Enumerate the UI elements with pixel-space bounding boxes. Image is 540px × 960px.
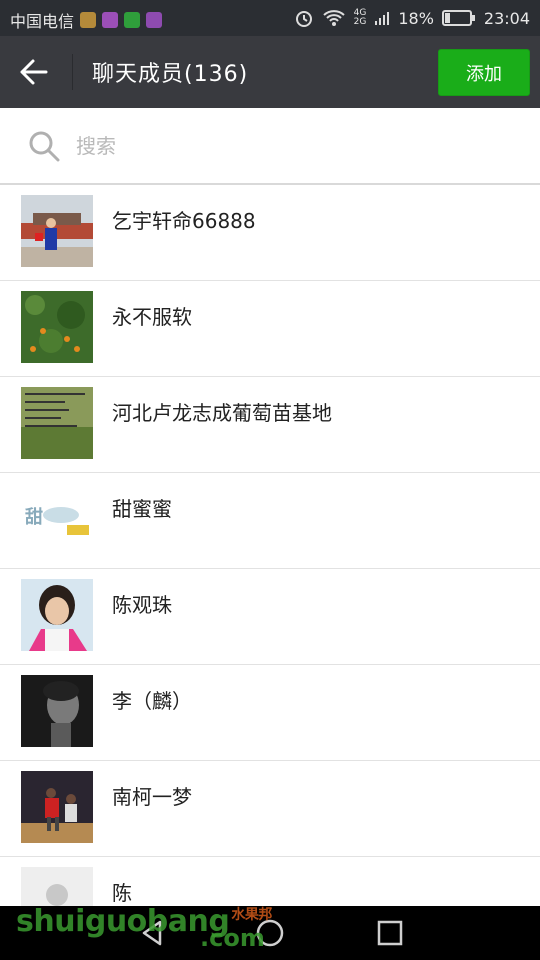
search-input[interactable] <box>74 126 508 166</box>
signal-icon <box>375 12 390 25</box>
carrier-label: 中国电信 <box>10 12 75 31</box>
battery-percent: 18% <box>398 8 434 28</box>
list-item[interactable]: 永不服软 <box>0 281 540 377</box>
clock: 23:04 <box>483 8 530 28</box>
member-name: 陈 <box>112 881 132 905</box>
battery-icon <box>441 10 475 26</box>
list-item[interactable]: 陈观珠 <box>0 569 540 665</box>
top-app-bar: 聊天成员(136) 添加 <box>0 36 540 108</box>
network-2g-label: 2G <box>353 17 367 27</box>
message-notification-icon <box>146 12 163 28</box>
search-icon <box>29 131 60 162</box>
watermark-text: shuiguobang <box>16 904 230 939</box>
member-name: 河北卢龙志成葡萄苗基地 <box>112 401 332 425</box>
gallery-notification-icon <box>102 12 119 28</box>
member-name: 南柯一梦 <box>112 785 192 809</box>
avatar <box>21 579 93 651</box>
nav-recents-icon[interactable] <box>375 918 405 948</box>
network-type: 4G 2G <box>354 9 367 27</box>
member-name: 永不服软 <box>112 305 192 329</box>
back-arrow-icon <box>20 59 48 85</box>
list-item[interactable]: 乞宇轩命66888 <box>0 185 540 281</box>
svg-text:甜: 甜 <box>25 506 43 528</box>
list-item[interactable]: 甜 甜蜜蜜 <box>0 473 540 569</box>
status-bar: 中国电信 4G 2G 18% 23:04 <box>0 0 540 36</box>
watermark-domain: .com <box>200 924 265 952</box>
calendar-notification-icon <box>124 12 141 28</box>
member-list: 乞宇轩命66888 永不服软 河北卢龙志成葡萄苗基地 甜 甜蜜蜜 陈观珠 李（麟… <box>0 185 540 953</box>
back-button[interactable] <box>18 54 58 90</box>
avatar <box>21 675 93 747</box>
list-item[interactable]: 南柯一梦 <box>0 761 540 857</box>
member-name: 乞宇轩命66888 <box>112 209 256 233</box>
watermark-tag: 水果邦 <box>231 907 272 923</box>
avatar <box>21 387 93 459</box>
list-item[interactable]: 李（麟） <box>0 665 540 761</box>
avatar <box>21 771 93 843</box>
app-notification-icon <box>80 12 97 28</box>
search-bar <box>0 108 540 185</box>
avatar <box>21 291 93 363</box>
member-name: 陈观珠 <box>112 593 172 617</box>
wifi-icon <box>322 10 345 26</box>
page-title: 聊天成员(136) <box>92 62 249 87</box>
header-divider <box>72 54 73 90</box>
member-name: 甜蜜蜜 <box>112 497 172 521</box>
alarm-icon <box>295 11 312 27</box>
avatar <box>21 195 93 267</box>
avatar: 甜 <box>21 483 93 555</box>
member-name: 李（麟） <box>112 689 192 713</box>
list-item[interactable]: 河北卢龙志成葡萄苗基地 <box>0 377 540 473</box>
add-member-button[interactable]: 添加 <box>438 49 530 96</box>
